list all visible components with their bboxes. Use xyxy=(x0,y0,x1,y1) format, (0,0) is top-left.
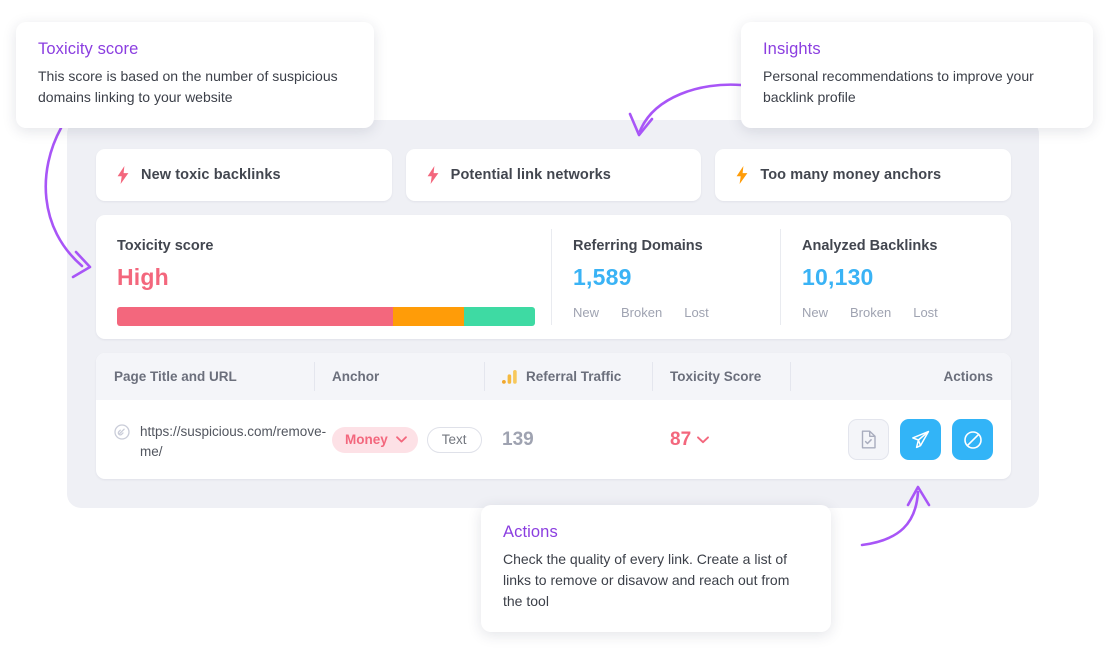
anchor-tag-text[interactable]: Text xyxy=(427,427,482,453)
filter-broken[interactable]: Broken xyxy=(850,305,891,320)
callout-body: This score is based on the number of sus… xyxy=(38,66,352,108)
backlinks-table: Page Title and URL Anchor Referral Traff… xyxy=(96,353,1011,479)
column-header-toxicity-score[interactable]: Toxicity Score xyxy=(652,353,790,400)
analytics-bars-icon xyxy=(502,370,517,384)
screenshot-root: New toxic backlinks Potential link netwo… xyxy=(0,0,1107,660)
cell-anchor: Money Text xyxy=(314,400,484,479)
disavow-button[interactable] xyxy=(952,419,993,460)
insight-chip-label: New toxic backlinks xyxy=(141,167,281,183)
score-summary-card: Toxicity score High Referring Domains 1,… xyxy=(96,215,1011,339)
callout-actions: Actions Check the quality of every link.… xyxy=(481,505,831,632)
insight-chips-row: New toxic backlinks Potential link netwo… xyxy=(96,149,1011,201)
callout-insights: Insights Personal recommendations to imp… xyxy=(741,22,1093,128)
column-header-anchor[interactable]: Anchor xyxy=(314,353,484,400)
bar-segment-high xyxy=(117,307,393,326)
toxicity-distribution-bar xyxy=(117,307,535,326)
table-row: https://suspicious.com/remove-me/ Money … xyxy=(96,400,1011,479)
insight-chip-too-many-money-anchors[interactable]: Too many money anchors xyxy=(715,149,1011,201)
column-header-page-title-and-url[interactable]: Page Title and URL xyxy=(96,353,314,400)
document-check-icon xyxy=(860,430,878,449)
callout-title: Toxicity score xyxy=(38,40,352,59)
anchor-tag-label: Money xyxy=(345,432,388,447)
column-label: Actions xyxy=(943,369,993,384)
callout-title: Actions xyxy=(503,523,809,542)
analyzed-backlinks-title: Analyzed Backlinks xyxy=(802,238,1010,254)
chevron-down-icon xyxy=(697,436,709,444)
filter-broken[interactable]: Broken xyxy=(621,305,662,320)
insight-chip-label: Too many money anchors xyxy=(760,167,941,183)
bolt-icon xyxy=(427,166,439,184)
insight-chip-new-toxic-backlinks[interactable]: New toxic backlinks xyxy=(96,149,392,201)
cell-actions xyxy=(790,400,1011,479)
referring-domains-filters: New Broken Lost xyxy=(573,305,781,320)
filter-lost[interactable]: Lost xyxy=(684,305,709,320)
table-header-row: Page Title and URL Anchor Referral Traff… xyxy=(96,353,1011,400)
page-url-text: https://suspicious.com/remove-me/ xyxy=(140,422,290,462)
insight-chip-label: Potential link networks xyxy=(451,167,611,183)
referring-domains-stat: Referring Domains 1,589 New Broken Lost xyxy=(552,215,781,339)
column-label: Page Title and URL xyxy=(114,369,237,384)
callout-toxicity-score: Toxicity score This score is based on th… xyxy=(16,22,374,128)
bar-segment-low xyxy=(464,307,535,326)
bar-segment-medium xyxy=(393,307,464,326)
column-header-referral-traffic[interactable]: Referral Traffic xyxy=(484,353,652,400)
toxicity-score-section: Toxicity score High xyxy=(96,215,552,339)
backlink-audit-panel: New toxic backlinks Potential link netwo… xyxy=(67,120,1039,508)
toxicity-score-number: 87 xyxy=(670,429,691,451)
referring-domains-title: Referring Domains xyxy=(573,238,781,254)
column-label: Referral Traffic xyxy=(526,369,621,384)
column-header-actions: Actions xyxy=(790,353,1011,400)
column-label: Toxicity Score xyxy=(670,369,761,384)
toxicity-score-cell[interactable]: 87 xyxy=(670,429,709,451)
filter-lost[interactable]: Lost xyxy=(913,305,938,320)
anchor-tag-label: Text xyxy=(442,432,467,447)
bolt-icon xyxy=(117,166,129,184)
chevron-down-icon xyxy=(396,436,407,443)
cell-page-url[interactable]: https://suspicious.com/remove-me/ xyxy=(96,400,314,462)
column-label: Anchor xyxy=(332,369,379,384)
referral-traffic-value: 139 xyxy=(502,429,534,451)
cell-toxicity-score: 87 xyxy=(652,400,790,479)
analyzed-backlinks-stat: Analyzed Backlinks 10,130 New Broken Los… xyxy=(781,215,1010,339)
filter-new[interactable]: New xyxy=(573,305,599,320)
callout-title: Insights xyxy=(763,40,1071,59)
insight-chip-potential-link-networks[interactable]: Potential link networks xyxy=(406,149,702,201)
check-quality-button[interactable] xyxy=(848,419,889,460)
ban-icon xyxy=(963,430,983,450)
toxicity-score-title: Toxicity score xyxy=(117,238,531,254)
callout-body: Check the quality of every link. Create … xyxy=(503,549,809,612)
toxicity-score-value: High xyxy=(117,264,531,291)
anchor-tag-money[interactable]: Money xyxy=(332,427,418,453)
paper-plane-icon xyxy=(911,430,930,449)
cell-referral-traffic: 139 xyxy=(484,400,652,479)
outreach-button[interactable] xyxy=(900,419,941,460)
bolt-icon xyxy=(736,166,748,184)
analyzed-backlinks-value: 10,130 xyxy=(802,264,1010,291)
link-icon xyxy=(114,424,130,440)
filter-new[interactable]: New xyxy=(802,305,828,320)
referring-domains-value: 1,589 xyxy=(573,264,781,291)
callout-body: Personal recommendations to improve your… xyxy=(763,66,1071,108)
analyzed-backlinks-filters: New Broken Lost xyxy=(802,305,1010,320)
